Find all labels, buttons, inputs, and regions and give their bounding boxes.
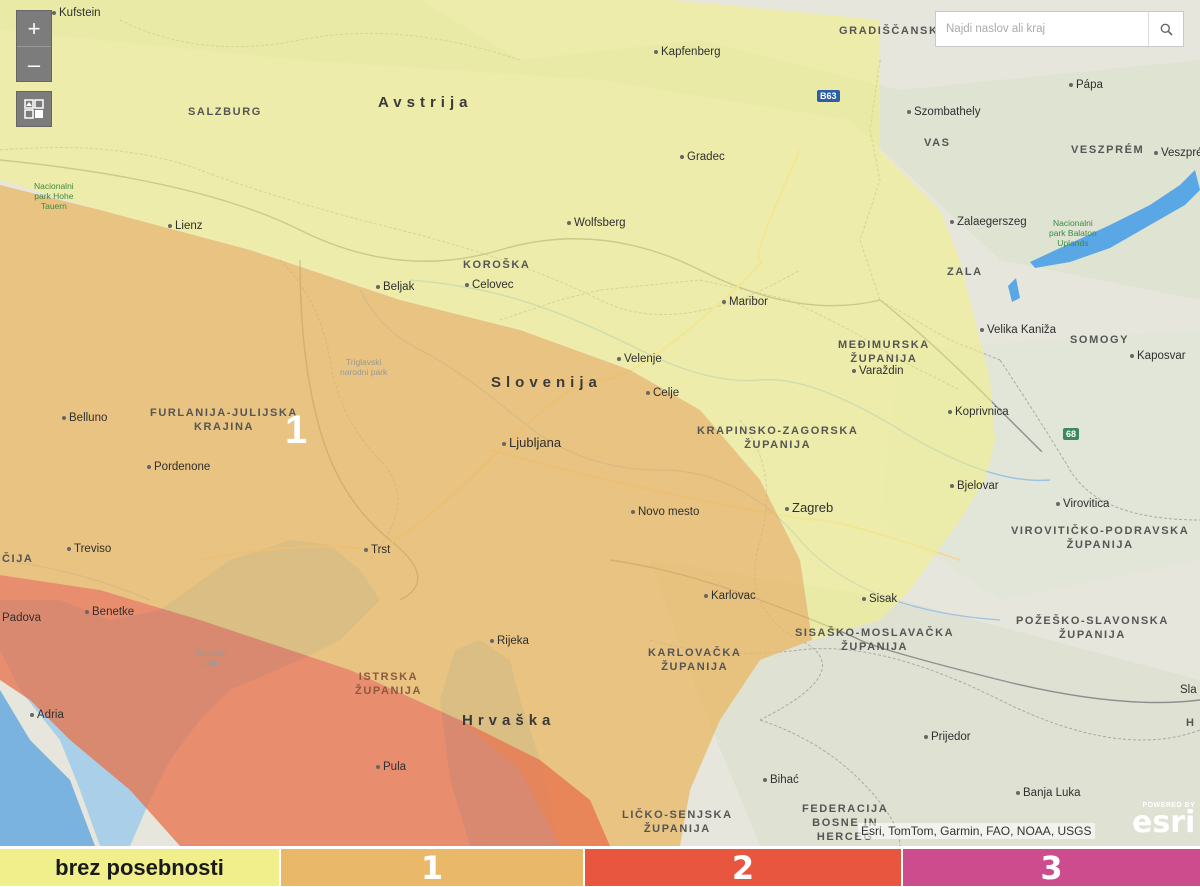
city-label-gradec: Gradec bbox=[680, 151, 725, 164]
legend-bar: brez posebnosti 1 2 3 bbox=[0, 846, 1200, 887]
city-label-zagreb: Zagreb bbox=[785, 501, 833, 514]
city-label-bihac: Bihać bbox=[763, 774, 799, 787]
zoom-in-button[interactable]: + bbox=[17, 11, 51, 46]
esri-name: esri bbox=[1132, 805, 1196, 840]
city-label-sisak: Sisak bbox=[862, 593, 897, 606]
city-label-rijeka: Rijeka bbox=[490, 635, 529, 648]
zone-1-number: 1 bbox=[285, 408, 308, 452]
city-label-lienz: Lienz bbox=[168, 220, 203, 233]
region-label-virovitica: VIROVITIČKO-PODRAVSKA ŽUPANIJA bbox=[1011, 525, 1190, 551]
region-label-h-edge: H bbox=[1186, 717, 1196, 729]
basemap-gallery-icon bbox=[24, 99, 44, 119]
city-label-celovec: Celovec bbox=[465, 279, 514, 292]
region-label-gradiscansk: GRADIŠČANSK bbox=[839, 25, 939, 37]
map-attribution[interactable]: Esri, TomTom, Garmin, FAO, NOAA, USGS bbox=[858, 823, 1095, 839]
city-label-varazdin: Varaždin bbox=[852, 365, 904, 378]
city-label-belluno: Belluno bbox=[62, 412, 107, 425]
zoom-control: + – bbox=[16, 10, 52, 82]
basemap-gallery-button[interactable] bbox=[16, 91, 52, 127]
city-label-beljak: Beljak bbox=[376, 281, 414, 294]
city-label-velika-kaniza: Velika Kaniža bbox=[980, 324, 1056, 337]
city-label-novo-mesto: Novo mesto bbox=[631, 506, 699, 519]
city-label-maribor: Maribor bbox=[722, 296, 768, 309]
region-label-somogy: SOMOGY bbox=[1070, 334, 1130, 346]
park-label-balaton: Nacionalni park Balaton Uplands bbox=[1049, 218, 1097, 248]
city-label-zalaegerszeg: Zalaegerszeg bbox=[950, 216, 1027, 229]
city-label-trst: Trst bbox=[364, 544, 390, 557]
country-label-croatia: Hrvaška bbox=[462, 712, 556, 729]
map-view[interactable]: B63 68 Avstrija Slovenija Hrvaška SALZBU… bbox=[0, 0, 1200, 846]
region-label-koroska: KOROŠKA bbox=[463, 259, 531, 271]
legend-item-2: 2 bbox=[585, 849, 903, 887]
search-icon bbox=[1160, 23, 1173, 36]
city-label-treviso: Treviso bbox=[67, 543, 111, 556]
city-label-veszprem: Veszprém bbox=[1154, 147, 1200, 160]
city-label-papa: Pápa bbox=[1069, 79, 1103, 92]
city-label-virovitica: Virovitica bbox=[1056, 498, 1109, 511]
road-shield-b63: B63 bbox=[817, 90, 840, 102]
city-label-celje: Celje bbox=[646, 387, 679, 400]
legend-item-none: brez posebnosti bbox=[0, 849, 281, 886]
city-label-velenje: Velenje bbox=[617, 353, 662, 366]
region-label-veszprem: VESZPRÉM bbox=[1071, 144, 1145, 156]
city-label-pula: Pula bbox=[376, 761, 406, 774]
region-label-krapina: KRAPINSKO-ZAGORSKA ŽUPANIJA bbox=[697, 425, 859, 451]
park-label-triglav: Triglavski narodni park bbox=[340, 357, 388, 377]
legend-item-1: 1 bbox=[281, 849, 585, 887]
city-label-ljubljana: Ljubljana bbox=[502, 436, 561, 449]
city-label-kapfenberg: Kapfenberg bbox=[654, 46, 720, 59]
region-label-vas: VAS bbox=[924, 137, 951, 149]
park-label-hohe-tauern: Nacionalni park Hohe Tauern bbox=[34, 181, 74, 211]
country-label-slovenia: Slovenija bbox=[491, 374, 602, 391]
city-label-adria: Adria bbox=[30, 709, 64, 722]
legend-item-3: 3 bbox=[903, 849, 1200, 887]
city-label-banja-luka: Banja Luka bbox=[1016, 787, 1081, 800]
region-label-zala: ZALA bbox=[947, 266, 983, 278]
city-label-benetke: Benetke bbox=[85, 606, 134, 619]
region-label-lika: LIČKO-SENJSKA ŽUPANIJA bbox=[622, 809, 733, 835]
region-label-medjimurje: MEĐIMURSKA ŽUPANIJA bbox=[838, 339, 930, 365]
city-label-sla: Sla bbox=[1180, 684, 1197, 696]
region-label-salzburg: SALZBURG bbox=[188, 106, 262, 118]
city-label-prijedor: Prijedor bbox=[924, 731, 971, 744]
city-label-bjelovar: Bjelovar bbox=[950, 480, 999, 493]
search-widget bbox=[935, 11, 1184, 47]
search-button[interactable] bbox=[1148, 12, 1183, 46]
park-label-benesk: Beneški zaliv bbox=[196, 648, 227, 668]
city-label-szombathely: Szombathely bbox=[907, 106, 980, 119]
region-label-karlovac: KARLOVAČKA ŽUPANIJA bbox=[648, 647, 742, 673]
region-label-pozega: POŽEŠKO-SLAVONSKA ŽUPANIJA bbox=[1016, 615, 1169, 641]
esri-logo[interactable]: POWERED BY esri bbox=[1132, 802, 1196, 840]
region-label-friuli: FURLANIJA-JULIJSKA KRAJINA bbox=[150, 407, 298, 433]
city-label-padova: Padova bbox=[2, 612, 42, 624]
city-label-pordenone: Pordenone bbox=[147, 461, 210, 474]
region-label-sisak: SISAŠKO-MOSLAVAČKA ŽUPANIJA bbox=[795, 627, 955, 653]
city-label-karlovac: Karlovac bbox=[704, 590, 756, 603]
city-label-wolfsberg: Wolfsberg bbox=[567, 217, 626, 230]
city-label-kufstein: Kufstein bbox=[52, 7, 101, 20]
region-label-cija: ČIJA bbox=[2, 553, 34, 565]
road-shield-68: 68 bbox=[1063, 428, 1080, 440]
region-label-istria: ISTRSKA ŽUPANIJA bbox=[355, 671, 422, 697]
zoom-out-button[interactable]: – bbox=[17, 46, 51, 82]
search-input[interactable] bbox=[936, 12, 1148, 46]
country-label-austria: Avstrija bbox=[378, 94, 473, 111]
city-label-koprivnica: Koprivnica bbox=[948, 406, 1009, 419]
city-label-kaposvar: Kaposvar bbox=[1130, 350, 1186, 363]
